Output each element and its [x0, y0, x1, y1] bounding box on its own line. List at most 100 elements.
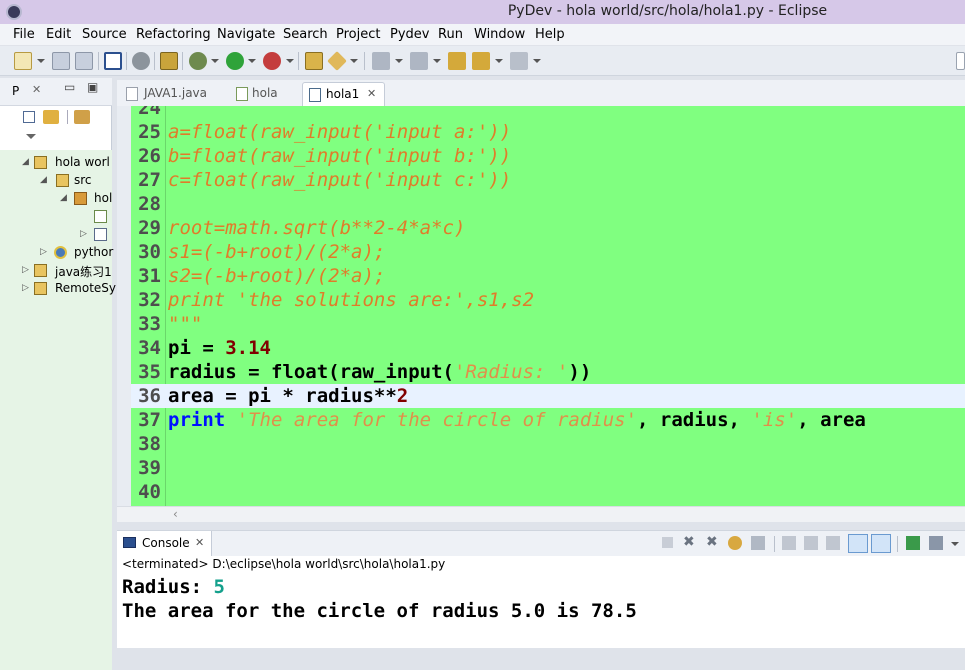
tab-console[interactable]: Console ✕ [117, 531, 212, 557]
previous-annotation-icon[interactable] [410, 52, 428, 70]
tree-item-remote-systems[interactable]: ▷ RemoteSy [0, 280, 116, 298]
external-tools-icon[interactable] [263, 52, 281, 70]
show-stdout-icon[interactable] [848, 534, 868, 553]
menu-search[interactable]: Search [283, 27, 328, 42]
terminate-icon[interactable] [662, 537, 673, 548]
back-dropdown-arrow-icon[interactable] [495, 59, 503, 63]
close-icon[interactable]: ✕ [32, 83, 41, 96]
minimize-icon[interactable]: ▭ [64, 80, 75, 94]
code-line[interactable]: 27 c=float(raw_input('input c:')) [131, 168, 965, 192]
open-package-icon[interactable] [160, 52, 178, 70]
tab-hola[interactable]: hola [232, 82, 304, 106]
tree-item-python-interpreter[interactable]: ▷ pythor [0, 244, 113, 262]
tree-item-src[interactable]: ◢ src [0, 172, 112, 190]
scroll-lock-icon[interactable] [728, 536, 742, 550]
terminal-icon[interactable] [132, 52, 150, 70]
code-line[interactable]: 28 [131, 192, 965, 216]
collapse-arrow-icon[interactable]: ▷ [22, 283, 29, 293]
horizontal-scrollbar[interactable]: ‹ [117, 506, 965, 522]
run-dropdown-arrow-icon[interactable] [248, 59, 256, 63]
show-console-output-icon[interactable] [826, 536, 840, 550]
menu-project[interactable]: Project [336, 27, 380, 42]
open-console-icon[interactable] [906, 536, 920, 550]
tree-item-python-file[interactable]: ▷ [0, 226, 112, 244]
code-line[interactable]: 31 s2=(-b+root)/(2*a); [131, 264, 965, 288]
code-line[interactable]: 32 print 'the solutions are:',s1,s2 [131, 288, 965, 312]
tree-item-java-project[interactable]: ▷ java练习1 [0, 262, 112, 280]
menu-pydev[interactable]: Pydev [390, 27, 429, 42]
link-with-editor-icon[interactable] [43, 110, 59, 124]
last-edit-location-icon[interactable] [448, 52, 466, 70]
display-selected-console-icon[interactable] [929, 536, 943, 550]
code-line[interactable]: 39 [131, 456, 965, 480]
print-icon[interactable] [104, 52, 122, 70]
menu-navigate[interactable]: Navigate [217, 27, 275, 42]
clear-console-icon[interactable] [751, 536, 765, 550]
save-icon[interactable] [52, 52, 70, 70]
previous-annotation-dropdown-arrow-icon[interactable] [433, 59, 441, 63]
code-line[interactable]: 40 [131, 480, 965, 504]
menu-file[interactable]: File [13, 27, 35, 42]
collapse-arrow-icon[interactable]: ▷ [40, 247, 47, 257]
collapse-arrow-icon[interactable]: ▷ [22, 265, 29, 275]
code-line[interactable]: 26 b=float(raw_input('input b:')) [131, 144, 965, 168]
word-wrap-icon[interactable] [782, 536, 796, 550]
collapse-all-icon[interactable] [23, 111, 35, 123]
menu-refactoring[interactable]: Refactoring [136, 27, 211, 42]
code-line[interactable]: 30 s1=(-b+root)/(2*a); [131, 240, 965, 264]
tab-java1[interactable]: JAVA1.java [122, 82, 232, 106]
code-editor[interactable]: 24 25 a=float(raw_input('input a:')) 26 b=fl… [117, 106, 965, 506]
package-explorer-tab[interactable]: P [12, 84, 19, 98]
view-menu-dropdown-icon[interactable] [26, 134, 36, 139]
code-line[interactable]: 34 pi = 3.14 [131, 336, 965, 360]
save-all-icon[interactable] [75, 52, 93, 70]
edit-dropdown-arrow-icon[interactable] [350, 59, 358, 63]
code-line[interactable]: 24 [131, 106, 965, 120]
back-icon[interactable] [472, 52, 490, 70]
remove-launch-icon[interactable]: ✖ [683, 534, 695, 550]
collapse-arrow-icon[interactable]: ▷ [80, 229, 87, 239]
run-icon[interactable] [226, 52, 244, 70]
view-menu-icon[interactable] [74, 110, 90, 124]
expand-arrow-icon[interactable]: ◢ [60, 193, 67, 203]
code-line[interactable]: 25 a=float(raw_input('input a:')) [131, 120, 965, 144]
menu-source[interactable]: Source [82, 27, 127, 42]
tree-item-hola-package[interactable]: ◢ hol [0, 190, 112, 208]
new-file-icon[interactable] [14, 52, 32, 70]
next-annotation-icon[interactable] [372, 52, 390, 70]
console-output[interactable]: <terminated> D:\eclipse\hola world\src\h… [117, 556, 965, 648]
close-tab-icon[interactable]: ✕ [367, 87, 376, 100]
pin-console-icon[interactable] [804, 536, 818, 550]
remove-all-terminated-icon[interactable]: ✖ [706, 534, 718, 550]
tree-item-python-file[interactable] [0, 208, 112, 226]
forward-icon[interactable] [510, 52, 528, 70]
expand-arrow-icon[interactable]: ◢ [40, 175, 47, 185]
code-line[interactable]: 38 [131, 432, 965, 456]
maximize-icon[interactable]: ▣ [87, 80, 98, 94]
close-console-icon[interactable]: ✕ [195, 536, 204, 549]
debug-icon[interactable] [189, 52, 207, 70]
code-line[interactable]: 36 area = pi * radius**2 [131, 384, 965, 408]
tab-hola1[interactable]: hola1 ✕ [302, 82, 385, 106]
menu-run[interactable]: Run [438, 27, 463, 42]
external-tools-dropdown-arrow-icon[interactable] [286, 59, 294, 63]
code-line[interactable]: 29 root=math.sqrt(b**2-4*a*c) [131, 216, 965, 240]
open-folder-icon[interactable] [305, 52, 323, 70]
new-dropdown-arrow-icon[interactable] [37, 59, 45, 63]
expand-arrow-icon[interactable]: ◢ [22, 157, 29, 167]
next-annotation-dropdown-arrow-icon[interactable] [395, 59, 403, 63]
code-line[interactable]: 37 print 'The area for the circle of radi… [131, 408, 965, 432]
edit-pencil-icon[interactable] [327, 51, 347, 71]
menu-edit[interactable]: Edit [46, 27, 71, 42]
menu-window[interactable]: Window [474, 27, 525, 42]
tree-item-hola-world[interactable]: ◢ hola worl [0, 154, 112, 172]
show-stderr-icon[interactable] [871, 534, 891, 553]
code-line[interactable]: 33 """ [131, 312, 965, 336]
scroll-left-icon[interactable]: ‹ [173, 507, 178, 521]
menu-help[interactable]: Help [535, 27, 565, 42]
code-line[interactable]: 35 radius = float(raw_input('Radius: ')) [131, 360, 965, 384]
debug-dropdown-arrow-icon[interactable] [211, 59, 219, 63]
forward-dropdown-arrow-icon[interactable] [533, 59, 541, 63]
console-dropdown-arrow-icon[interactable] [951, 542, 959, 546]
quick-access-icon[interactable] [956, 52, 965, 70]
